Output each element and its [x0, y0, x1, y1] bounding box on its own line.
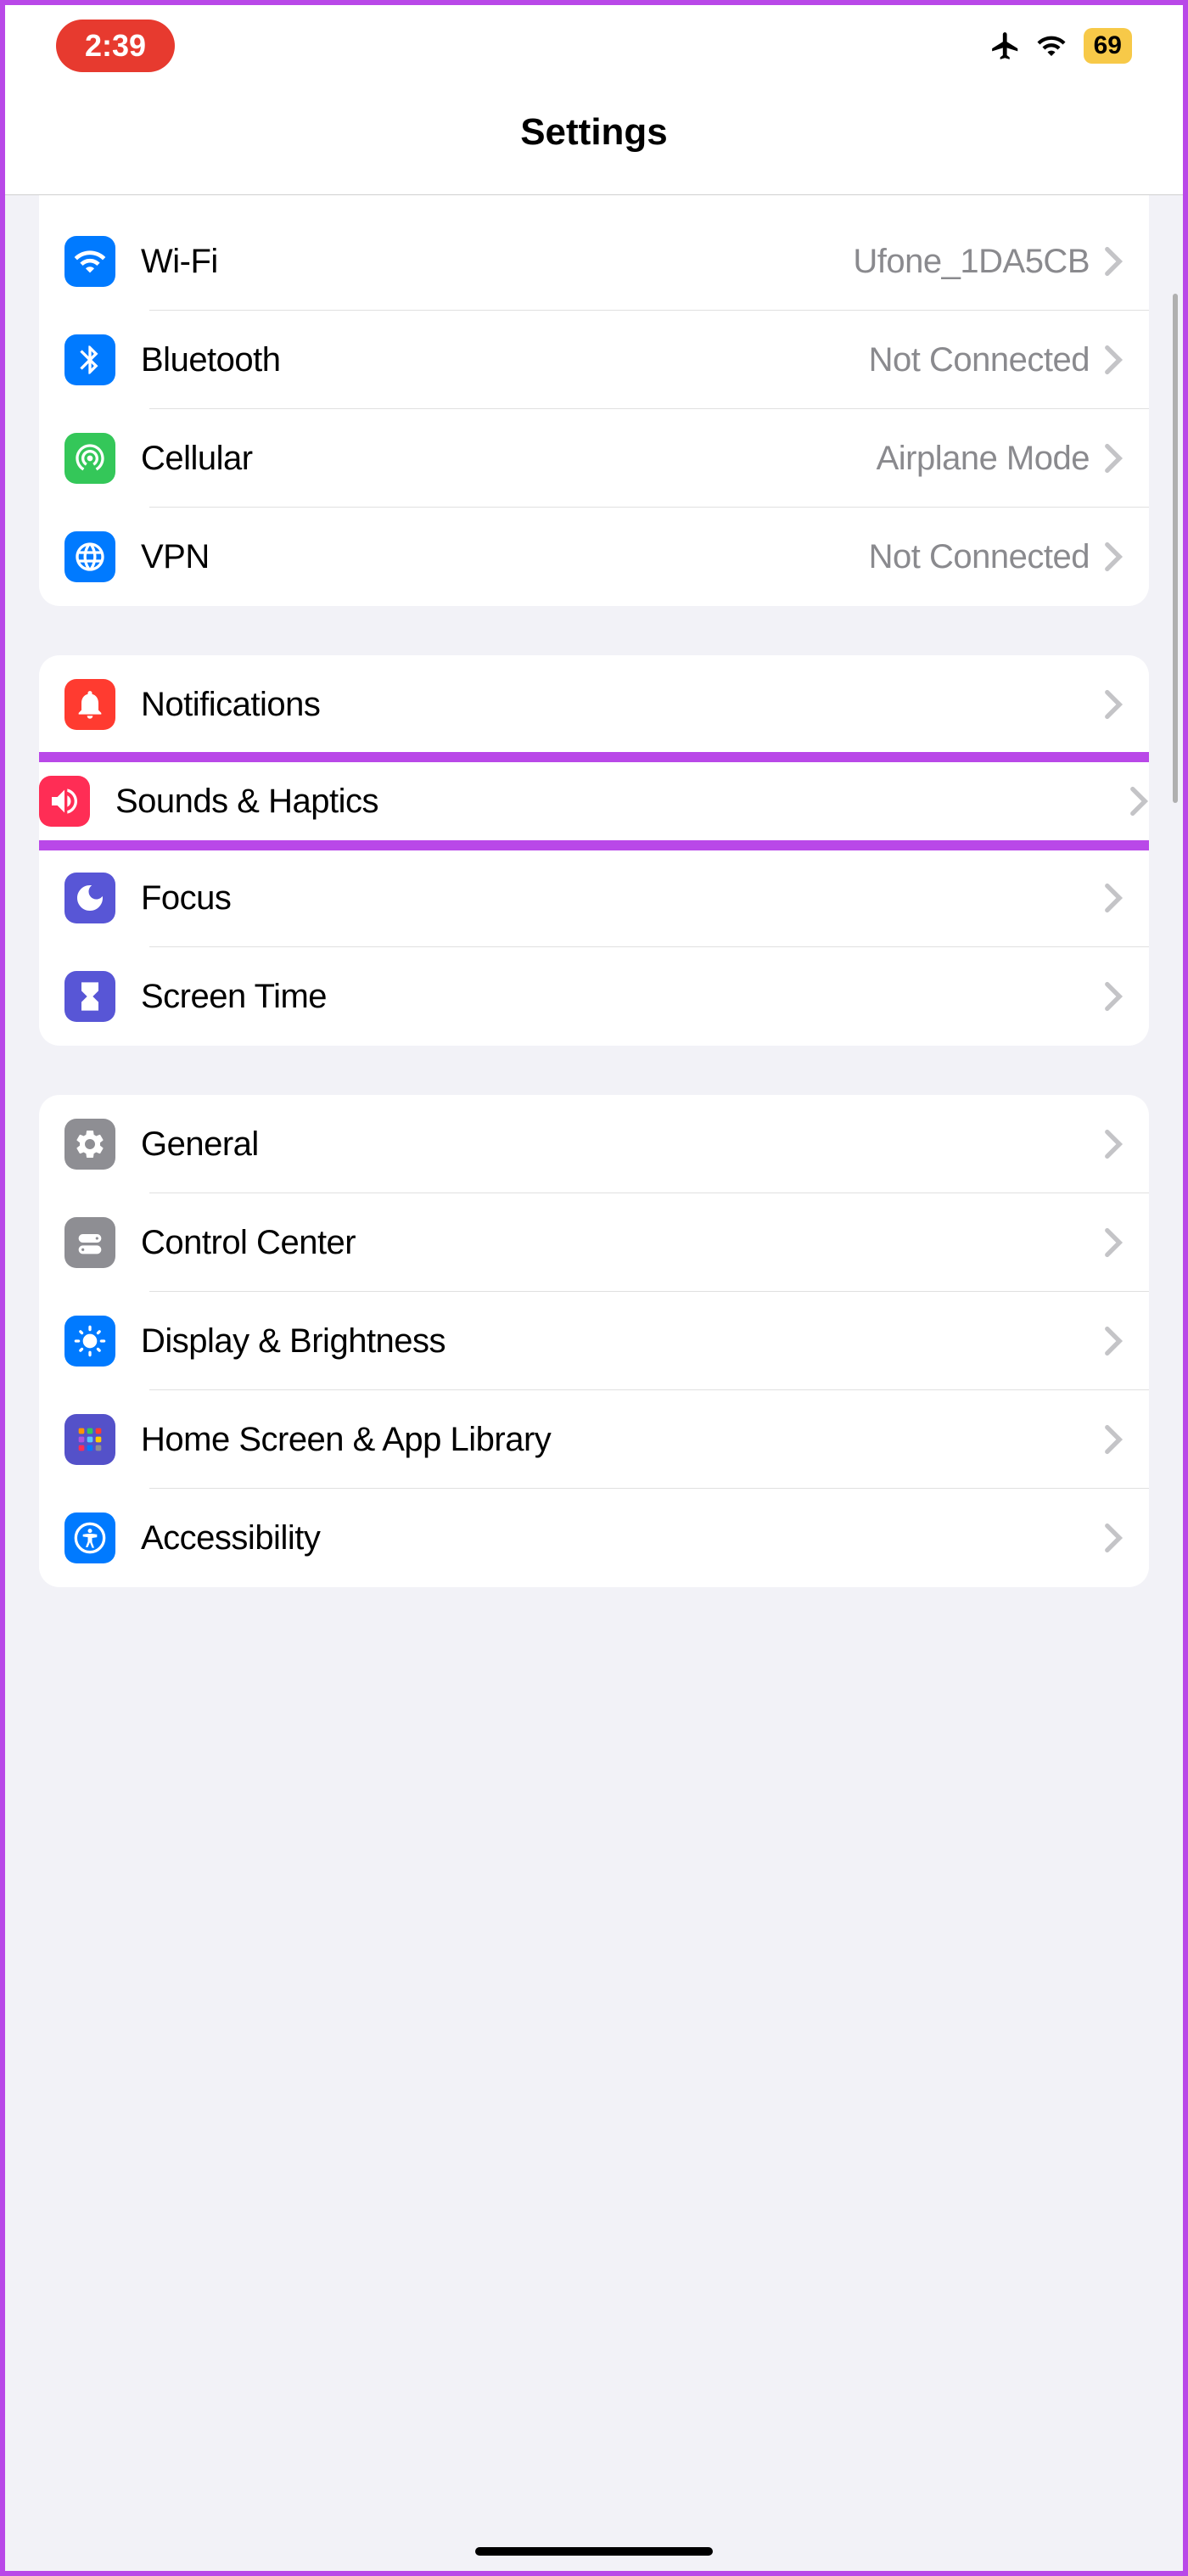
hourglass-icon — [64, 971, 115, 1022]
wifi-status-icon — [1034, 29, 1068, 63]
gear-icon — [64, 1119, 115, 1170]
controlcenter-row[interactable]: Control Center — [39, 1193, 1149, 1292]
bell-icon — [64, 679, 115, 730]
cellular-value: Airplane Mode — [877, 440, 1090, 478]
moon-icon — [64, 873, 115, 923]
page-title: Settings — [5, 111, 1183, 154]
scroll-indicator[interactable] — [1173, 294, 1178, 803]
vpn-row[interactable]: VPN Not Connected — [39, 508, 1149, 606]
accessibility-row[interactable]: Accessibility — [39, 1489, 1149, 1587]
status-bar: 2:39 69 — [5, 5, 1183, 86]
screentime-row[interactable]: Screen Time — [39, 947, 1149, 1046]
chevron-right-icon — [1103, 443, 1124, 474]
globe-icon — [64, 531, 115, 582]
home-indicator[interactable] — [475, 2547, 713, 2556]
general-label: General — [141, 1125, 1103, 1164]
speaker-icon — [39, 776, 90, 827]
sun-icon — [64, 1316, 115, 1367]
controlcenter-label: Control Center — [141, 1224, 1103, 1262]
antenna-icon — [64, 433, 115, 484]
screentime-label: Screen Time — [141, 978, 1103, 1016]
chevron-right-icon — [1103, 1424, 1124, 1455]
chevron-right-icon — [1103, 981, 1124, 1012]
settings-content: Wi-Fi Ufone_1DA5CB Bluetooth Not Connect… — [5, 195, 1183, 2571]
sounds-label: Sounds & Haptics — [115, 783, 1129, 821]
notifications-label: Notifications — [141, 686, 1103, 724]
time-indicator: 2:39 — [56, 20, 175, 72]
vpn-label: VPN — [141, 538, 869, 576]
chevron-right-icon — [1103, 1326, 1124, 1356]
device-section: General Control Center Display & Brightn… — [39, 1095, 1149, 1587]
chevron-right-icon — [1103, 1129, 1124, 1159]
navigation-header: Settings — [5, 86, 1183, 195]
wifi-label: Wi-Fi — [141, 243, 853, 281]
status-icons: 69 — [989, 28, 1132, 64]
airplane-mode-icon — [989, 29, 1023, 63]
accessibility-label: Accessibility — [141, 1519, 1103, 1557]
bluetooth-row[interactable]: Bluetooth Not Connected — [39, 311, 1149, 409]
vpn-value: Not Connected — [869, 538, 1090, 576]
cellular-row[interactable]: Cellular Airplane Mode — [39, 409, 1149, 508]
general-row[interactable]: General — [39, 1095, 1149, 1193]
connectivity-section: Wi-Fi Ufone_1DA5CB Bluetooth Not Connect… — [39, 195, 1149, 606]
homescreen-label: Home Screen & App Library — [141, 1421, 1103, 1459]
chevron-right-icon — [1103, 345, 1124, 375]
grid-icon — [64, 1414, 115, 1465]
bluetooth-label: Bluetooth — [141, 341, 869, 379]
chevron-right-icon — [1129, 786, 1149, 817]
display-label: Display & Brightness — [141, 1322, 1103, 1361]
wifi-value: Ufone_1DA5CB — [853, 243, 1090, 281]
sounds-haptics-row[interactable]: Sounds & Haptics — [39, 752, 1149, 850]
system-section: Notifications Sounds & Haptics Focus — [39, 655, 1149, 1046]
display-row[interactable]: Display & Brightness — [39, 1292, 1149, 1390]
wifi-icon — [64, 236, 115, 287]
chevron-right-icon — [1103, 1227, 1124, 1258]
focus-row[interactable]: Focus — [39, 849, 1149, 947]
homescreen-row[interactable]: Home Screen & App Library — [39, 1390, 1149, 1489]
chevron-right-icon — [1103, 883, 1124, 913]
chevron-right-icon — [1103, 1523, 1124, 1553]
bluetooth-icon — [64, 334, 115, 385]
chevron-right-icon — [1103, 689, 1124, 720]
bluetooth-value: Not Connected — [869, 341, 1090, 379]
accessibility-icon — [64, 1512, 115, 1563]
chevron-right-icon — [1103, 246, 1124, 277]
cellular-label: Cellular — [141, 440, 877, 478]
chevron-right-icon — [1103, 542, 1124, 572]
switches-icon — [64, 1217, 115, 1268]
focus-label: Focus — [141, 879, 1103, 918]
battery-indicator: 69 — [1084, 28, 1132, 64]
wifi-row[interactable]: Wi-Fi Ufone_1DA5CB — [39, 212, 1149, 311]
notifications-row[interactable]: Notifications — [39, 655, 1149, 754]
